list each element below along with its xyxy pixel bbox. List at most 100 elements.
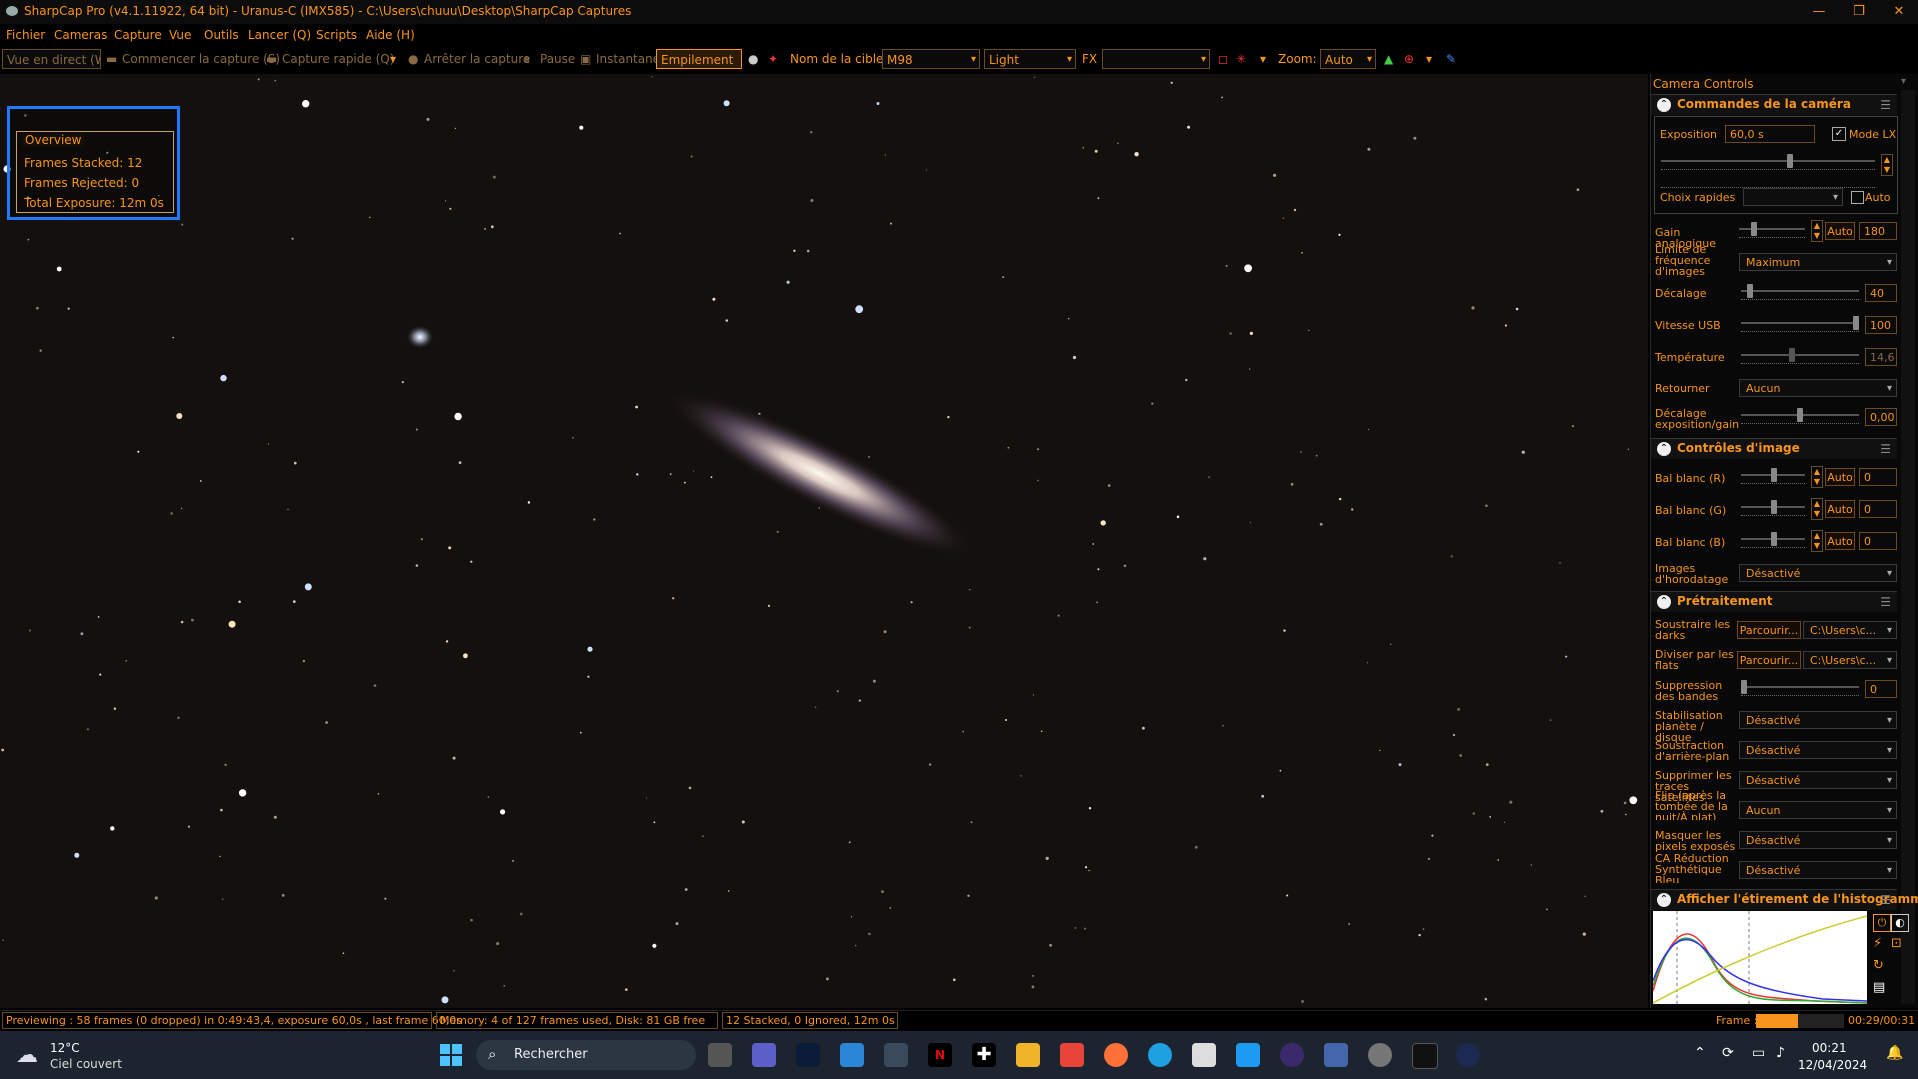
menu-icon[interactable]: ☰ — [1880, 442, 1891, 456]
wb-green-auto-button[interactable]: Auto — [1825, 500, 1855, 518]
reticle-icon[interactable]: ◻ — [1218, 52, 1228, 66]
darks-path-select[interactable]: C:\Users\c... — [1803, 621, 1897, 640]
camera-section-header[interactable]: ⌃ Commandes de la caméra ☰ — [1651, 94, 1897, 115]
store-icon[interactable] — [840, 1043, 864, 1067]
frame-limit-select[interactable]: Maximum — [1739, 253, 1897, 272]
power-icon[interactable]: ⏻ — [1873, 914, 1891, 932]
photoshop-icon[interactable] — [796, 1043, 820, 1067]
volume-icon[interactable]: ♪ — [1776, 1045, 1785, 1061]
collapse-icon[interactable]: ⌃ — [1657, 893, 1671, 907]
stacking-button[interactable]: Empilement — [656, 49, 742, 69]
histogram-icon[interactable]: ▲ — [1384, 52, 1393, 66]
menu-icon[interactable]: ☰ — [1880, 595, 1891, 609]
flats-path-select[interactable]: C:\Users\c... — [1803, 651, 1897, 670]
reset-icon[interactable]: ↻ — [1873, 958, 1884, 973]
wb-blue-auto-button[interactable]: Auto — [1825, 532, 1855, 550]
task-view-icon[interactable] — [708, 1043, 732, 1067]
zoom-tool-icon[interactable]: ⊕ — [1404, 52, 1414, 66]
weather-desc[interactable]: Ciel couvert — [50, 1057, 122, 1071]
menu-scripts[interactable]: Scripts — [316, 28, 357, 42]
network-icon[interactable]: ▭ — [1752, 1045, 1765, 1061]
exposure-slider[interactable] — [1661, 154, 1875, 170]
banding-input[interactable]: 0 — [1865, 680, 1897, 698]
menu-cameras[interactable]: Cameras — [54, 28, 107, 42]
stellarium-icon[interactable] — [1280, 1043, 1304, 1067]
preprocessing-section-header[interactable]: ⌃ Prétraitement ☰ — [1651, 591, 1897, 612]
lightning-icon[interactable]: ⚡ — [1873, 936, 1882, 951]
search-box[interactable]: ⌕ Rechercher — [476, 1040, 696, 1070]
scrollbar[interactable] — [1901, 90, 1915, 1004]
wb-blue-spinner[interactable]: ▲ ▼ — [1811, 530, 1823, 552]
document-icon[interactable] — [1192, 1043, 1216, 1067]
snapshot-button[interactable]: Instantané — [596, 52, 660, 66]
start-capture-button[interactable]: Commencer la capture (S) — [122, 52, 280, 66]
auto-checkbox[interactable] — [1851, 191, 1864, 204]
usb-speed-slider[interactable] — [1741, 316, 1859, 332]
menu-outils[interactable]: Outils — [204, 28, 239, 42]
flip-flat-select[interactable]: Aucun — [1739, 801, 1897, 820]
chevron-down-icon[interactable]: ▾ — [1260, 52, 1266, 66]
ca-select[interactable]: Désactivé — [1739, 861, 1897, 880]
terminal-icon[interactable] — [1412, 1043, 1438, 1069]
firefox-icon[interactable] — [1104, 1043, 1128, 1067]
save-icon[interactable]: ▤ — [1873, 980, 1885, 995]
quick-capture-button[interactable]: Capture rapide (Q) — [282, 52, 394, 66]
menu-lancer[interactable]: Lancer (Q) — [248, 28, 311, 42]
wb-red-input[interactable]: 0 — [1859, 468, 1897, 486]
usb-speed-input[interactable]: 100 — [1865, 316, 1897, 334]
histogram-section-header[interactable]: ⌃ Afficher l'étirement de l'histogramme … — [1651, 889, 1918, 910]
edge-icon[interactable] — [1148, 1043, 1172, 1067]
menu-icon[interactable]: ☰ — [1880, 893, 1891, 907]
timestamp-select[interactable]: Désactivé — [1739, 564, 1897, 583]
offset-slider[interactable] — [1741, 284, 1859, 300]
teams-icon[interactable] — [752, 1043, 776, 1067]
circle-icon[interactable]: ● — [748, 52, 758, 66]
satellite-select[interactable]: Désactivé — [1739, 771, 1897, 790]
app-icon[interactable] — [1324, 1043, 1348, 1067]
calculator-icon[interactable] — [884, 1043, 908, 1067]
netflix-icon[interactable]: N — [928, 1043, 952, 1067]
weather-temp[interactable]: 12°C — [50, 1041, 80, 1055]
chevron-down-icon[interactable]: ▾ — [390, 52, 396, 66]
stop-capture-button[interactable]: Arrêter la capture — [424, 52, 530, 66]
wb-green-slider[interactable] — [1741, 500, 1805, 516]
menu-vue[interactable]: Vue — [169, 28, 191, 42]
lock-icon[interactable]: ⊡ — [1891, 936, 1902, 951]
gain-slider[interactable] — [1739, 222, 1805, 238]
close-button[interactable]: ✕ — [1876, 0, 1918, 24]
offset-input[interactable]: 40 — [1865, 284, 1897, 302]
fx-select[interactable] — [1102, 49, 1210, 69]
wb-green-spinner[interactable]: ▲ ▼ — [1811, 498, 1823, 520]
image-section-header[interactable]: ⌃ Contrôles d'image ☰ — [1651, 438, 1897, 459]
weather-icon[interactable]: ☁ — [16, 1043, 38, 1068]
stabilization-select[interactable]: Désactivé — [1739, 711, 1897, 730]
gain-input[interactable]: 180 — [1859, 222, 1897, 240]
wb-red-auto-button[interactable]: Auto — [1825, 468, 1855, 486]
wb-green-input[interactable]: 0 — [1859, 500, 1897, 518]
wb-red-slider[interactable] — [1741, 468, 1805, 484]
contrast-icon[interactable]: ◐ — [1891, 914, 1909, 932]
crosshair-icon[interactable]: ✳ — [1236, 52, 1246, 66]
banding-slider[interactable] — [1741, 680, 1859, 696]
menu-aide[interactable]: Aide (H) — [366, 28, 415, 42]
live-view-button[interactable]: Vue en direct (W) — [2, 49, 101, 69]
zoom-select[interactable]: Auto — [1320, 49, 1376, 69]
collapse-icon[interactable]: ⌃ — [1657, 98, 1671, 112]
chevron-up-icon[interactable]: ⌃ — [1694, 1045, 1706, 1061]
exposure-input[interactable]: 60,0 s — [1725, 125, 1815, 143]
histogram-chart[interactable] — [1652, 911, 1868, 1004]
planet-icon[interactable] — [1368, 1043, 1392, 1067]
wand-icon[interactable]: ✎ — [1446, 52, 1456, 66]
quick-choice-select[interactable] — [1743, 188, 1843, 207]
menu-capture[interactable]: Capture — [114, 28, 162, 42]
collapse-icon[interactable]: ⌃ — [1657, 595, 1671, 609]
target-name-select[interactable]: M98 — [882, 49, 980, 69]
sharpcap-icon[interactable] — [1456, 1043, 1480, 1067]
exp-gain-offset-input[interactable]: 0,00 — [1865, 408, 1897, 426]
background-select[interactable]: Désactivé — [1739, 741, 1897, 760]
file-explorer-icon[interactable] — [1016, 1043, 1040, 1067]
menu-fichier[interactable]: Fichier — [6, 28, 45, 42]
sync-icon[interactable]: ⟳ — [1722, 1045, 1734, 1061]
exp-gain-offset-slider[interactable] — [1741, 408, 1859, 424]
gain-spinner[interactable]: ▲ ▼ — [1811, 220, 1823, 242]
